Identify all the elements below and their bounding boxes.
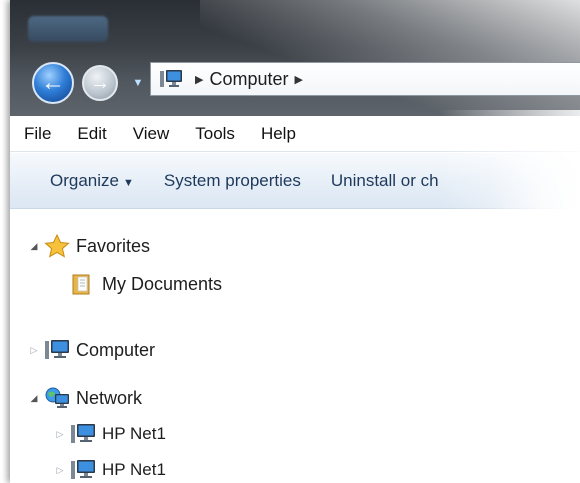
organize-label: Organize [50, 170, 119, 190]
computer-icon [71, 460, 95, 479]
expanded-triangle-icon[interactable]: ◢ [28, 393, 40, 404]
chevron-down-icon: ▼ [132, 77, 144, 89]
breadcrumb-computer[interactable]: Computer [209, 69, 288, 90]
uninstall-button[interactable]: Uninstall or ch [331, 171, 439, 191]
computer-icon [45, 340, 69, 359]
tree-item-net-1[interactable]: ▷ HP Net1 [54, 418, 166, 450]
menu-view[interactable]: View [133, 124, 170, 144]
folder-icon [72, 274, 90, 295]
tree-label-my-documents: My Documents [102, 273, 223, 294]
menu-help[interactable]: Help [261, 124, 296, 144]
tree-item-network[interactable]: ◢ Network [28, 382, 142, 414]
breadcrumb-separator-icon[interactable]: ▶ [295, 73, 303, 86]
navigation-pane: ◢ Favorites My Documents ▷ Computer ◢ Ne… [10, 210, 580, 483]
recent-pages-dropdown[interactable]: ▼ [131, 76, 145, 90]
window-chrome: ← → ▼ ▶ Computer ▶ [10, 0, 580, 116]
tree-label-net-1: HP Net1 [102, 424, 166, 443]
forward-button[interactable]: → [82, 65, 118, 101]
menu-edit[interactable]: Edit [77, 124, 106, 144]
organize-button[interactable]: Organize ▼ [50, 171, 134, 191]
tree-label-network: Network [76, 387, 143, 408]
collapsed-triangle-icon[interactable]: ▷ [54, 465, 66, 476]
window-title-blur [28, 16, 108, 42]
breadcrumb-separator-icon[interactable]: ▶ [195, 73, 203, 86]
star-icon [44, 234, 70, 258]
tree-item-computer[interactable]: ▷ Computer [19, 332, 417, 368]
tree-label-net-2: HP Net1 [102, 460, 166, 479]
menu-tools[interactable]: Tools [195, 124, 235, 144]
tree-item-favorites[interactable]: ◢ Favorites [28, 230, 150, 262]
menu-file[interactable]: File [24, 124, 51, 144]
caret-down-icon: ▼ [122, 176, 134, 189]
arrow-left-icon: ← [41, 69, 65, 96]
system-properties-button[interactable]: System properties [164, 171, 301, 191]
tree-item-net-2[interactable]: ▷ HP Net1 [54, 454, 166, 483]
collapsed-triangle-icon[interactable]: ▷ [54, 429, 66, 440]
collapsed-triangle-icon[interactable]: ▷ [28, 345, 40, 356]
tree-item-my-documents[interactable]: My Documents [66, 268, 222, 300]
explorer-window: ← → ▼ ▶ Computer ▶ File Edit View Tools … [10, 0, 580, 483]
arrow-right-icon: → [90, 72, 110, 94]
address-bar[interactable]: ▶ Computer ▶ [150, 62, 580, 96]
computer-icon [71, 424, 95, 443]
glass-reflection [200, 0, 580, 116]
back-button[interactable]: ← [32, 62, 74, 104]
menu-bar: File Edit View Tools Help [10, 116, 580, 152]
computer-icon [160, 70, 182, 87]
command-bar-fade [490, 153, 580, 209]
tree-label-favorites: Favorites [76, 235, 151, 256]
tree-label-computer: Computer [76, 339, 156, 360]
expanded-triangle-icon[interactable]: ◢ [28, 241, 40, 252]
network-globe-icon [45, 387, 69, 408]
